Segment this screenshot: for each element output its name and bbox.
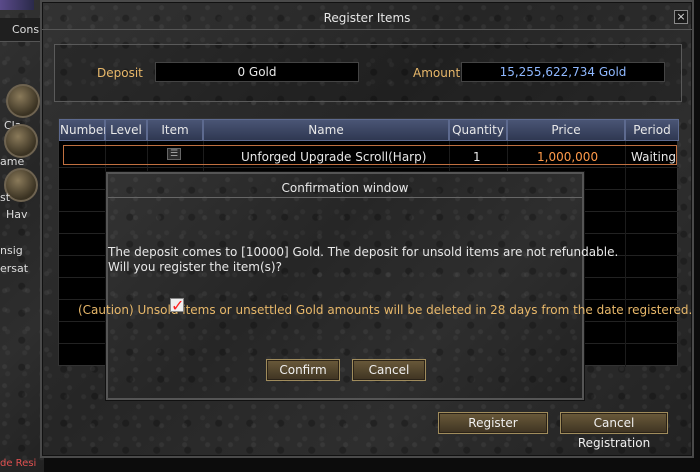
cancel-button[interactable]: Cancel	[352, 359, 426, 381]
deposit-frame: Deposit 0 Gold Amount 15,255,622,734 Gol…	[54, 44, 682, 102]
column-header-name[interactable]: Name	[203, 119, 449, 141]
item-quantity: 1	[473, 150, 481, 164]
background-text: ame	[0, 155, 25, 168]
amount-value: 15,255,622,734 Gold	[461, 62, 665, 82]
background-bottom-text: de Resi	[0, 458, 37, 469]
background-text: ersat	[0, 262, 29, 275]
title-bar[interactable]: Register Items ×	[42, 6, 692, 30]
background-portrait	[0, 0, 34, 10]
column-header-period[interactable]: Period	[625, 119, 679, 141]
column-header-quantity[interactable]: Quantity	[449, 119, 507, 141]
cancel-registration-button[interactable]: Cancel Registration	[560, 412, 668, 450]
confirm-button[interactable]: Confirm	[266, 359, 340, 381]
background-text: st	[0, 191, 11, 204]
background-panel: Cons Cla ame st Hav nsig ersat	[0, 0, 44, 472]
checkbox-icon[interactable]: ✓	[170, 298, 184, 314]
confirm-title-bar[interactable]: Confirmation window	[108, 176, 582, 198]
bag-icon[interactable]	[6, 84, 40, 118]
item-name: Unforged Upgrade Scroll(Harp)	[241, 150, 427, 164]
deposit-label: Deposit	[97, 66, 143, 80]
item-period: Waiting	[631, 150, 677, 164]
background-text: Hav	[6, 208, 28, 221]
item-price: 1,000,000	[537, 150, 599, 164]
column-header-item[interactable]: Item	[147, 119, 203, 141]
background-tab-label: Cons	[12, 23, 40, 36]
register-button[interactable]: Register	[438, 412, 548, 434]
deposit-value: 0 Gold	[155, 62, 359, 82]
confirm-title: Confirmation window	[281, 181, 409, 195]
chest-icon[interactable]	[4, 124, 38, 158]
scroll-icon: ☰	[167, 148, 181, 160]
amount-label: Amount	[413, 66, 461, 80]
close-button[interactable]: ×	[674, 10, 688, 24]
column-header-level[interactable]: Level	[105, 119, 147, 141]
background-tab[interactable]: Cons	[0, 18, 44, 42]
background-text: nsig	[0, 244, 23, 257]
window-title: Register Items	[323, 11, 411, 25]
confirm-message-line2: Will you register the item(s)?	[108, 260, 282, 274]
confirmation-dialog: Confirmation window The deposit comes to…	[78, 172, 692, 400]
confirm-message-line1: The deposit comes to [10000] Gold. The d…	[108, 245, 619, 259]
column-header-number[interactable]: Number	[59, 119, 108, 141]
column-header-price[interactable]: Price	[507, 119, 625, 141]
